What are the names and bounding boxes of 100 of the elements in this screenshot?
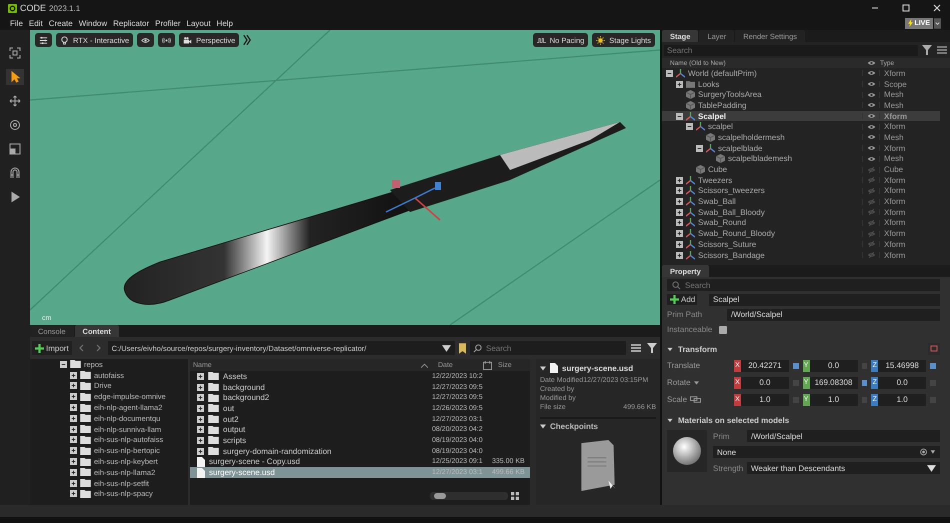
close-icon[interactable] bbox=[932, 3, 942, 13]
expand-toggle-icon[interactable] bbox=[197, 416, 204, 423]
collapse-arrow-icon[interactable] bbox=[540, 424, 546, 428]
search-field[interactable]: Search bbox=[470, 341, 626, 355]
stage-tree-row[interactable]: Cube Cube bbox=[662, 164, 940, 175]
prim-name-field[interactable]: Scalpel bbox=[709, 294, 940, 306]
eye-icon[interactable] bbox=[866, 70, 876, 76]
expand-toggle-icon[interactable] bbox=[676, 176, 683, 184]
number-field[interactable]: 1.0 bbox=[810, 394, 858, 406]
search-field[interactable]: Search bbox=[664, 44, 918, 56]
eye-icon[interactable] bbox=[866, 124, 876, 130]
caret-icon[interactable] bbox=[934, 18, 941, 28]
calendar-icon[interactable] bbox=[483, 360, 492, 370]
expand-toggle-icon[interactable] bbox=[676, 112, 683, 120]
expand-toggle-icon[interactable] bbox=[70, 436, 77, 444]
eye-icon[interactable] bbox=[866, 102, 876, 108]
target-caret-icon[interactable] bbox=[920, 448, 936, 456]
expand-toggle-icon[interactable] bbox=[70, 468, 77, 476]
stage-tree-row[interactable]: World (defaultPrim) Xform bbox=[662, 68, 940, 79]
filter-icon[interactable] bbox=[647, 343, 657, 353]
stage-tree-row[interactable]: Scissors_tweezers Xform bbox=[662, 186, 940, 196]
expand-toggle-icon[interactable] bbox=[70, 447, 77, 454]
expand-toggle-icon[interactable] bbox=[70, 414, 77, 422]
stage-tree-row[interactable]: scalpel Xform bbox=[662, 121, 940, 132]
authored-marker[interactable] bbox=[862, 380, 868, 386]
collapse-arrow-icon[interactable] bbox=[540, 366, 546, 370]
sort-icon[interactable] bbox=[421, 362, 428, 368]
eye-icon[interactable] bbox=[866, 92, 876, 98]
stage-tree-row[interactable]: scalpelblademesh Mesh bbox=[662, 154, 940, 164]
dropdown-caret-icon[interactable] bbox=[927, 464, 936, 472]
number-field[interactable]: 0.0 bbox=[740, 376, 789, 388]
list-view-icon[interactable] bbox=[631, 343, 641, 353]
expand-toggle-icon[interactable] bbox=[197, 394, 204, 402]
menu-item[interactable]: Window bbox=[76, 18, 110, 28]
expand-toggle-icon[interactable] bbox=[70, 426, 77, 433]
number-field[interactable]: 20.42271 bbox=[740, 360, 789, 372]
back-icon[interactable] bbox=[78, 344, 85, 352]
caret-icon[interactable] bbox=[694, 380, 699, 384]
maximize-icon[interactable] bbox=[901, 3, 911, 13]
stage-tree-row[interactable]: SurgeryToolsArea Mesh bbox=[662, 89, 940, 100]
stage-tree-row[interactable]: Scissors_Bandage Xform bbox=[662, 250, 940, 260]
expand-toggle-icon[interactable] bbox=[676, 80, 683, 88]
select-tool-icon[interactable] bbox=[6, 69, 24, 85]
scrollbar[interactable] bbox=[430, 492, 508, 500]
stage-tree-row[interactable]: Swab_Ball_Bloody Xform bbox=[662, 206, 940, 218]
link-icon[interactable] bbox=[690, 396, 702, 403]
material-prim-field[interactable]: /World/Scalpel bbox=[747, 430, 940, 442]
eye-icon[interactable] bbox=[866, 156, 876, 162]
eye-icon[interactable] bbox=[866, 113, 876, 120]
collapse-arrow-icon[interactable] bbox=[667, 346, 673, 352]
expand-toggle-icon[interactable] bbox=[686, 123, 693, 130]
dropdown-caret-icon[interactable] bbox=[442, 344, 451, 352]
menu-icon[interactable] bbox=[937, 45, 947, 55]
number-field[interactable]: 0.0 bbox=[878, 376, 926, 388]
expand-toggle-icon[interactable] bbox=[70, 480, 77, 487]
eye-icon[interactable] bbox=[866, 81, 876, 88]
menu-item[interactable]: Edit bbox=[26, 18, 46, 28]
expand-toggle-icon[interactable] bbox=[197, 448, 204, 455]
expand-toggle-icon[interactable] bbox=[676, 198, 683, 206]
expand-toggle-icon[interactable] bbox=[197, 404, 204, 412]
stage-tree-row[interactable]: Scissors_Suture Xform bbox=[662, 239, 940, 250]
visibility-button[interactable] bbox=[137, 33, 154, 47]
expand-toggle-icon[interactable] bbox=[666, 70, 673, 77]
expand-toggle-icon[interactable] bbox=[676, 240, 683, 248]
number-field[interactable]: 1.0 bbox=[878, 394, 926, 406]
stage-tree-row[interactable]: Swab_Round_Bloody Xform bbox=[662, 228, 940, 239]
import-button[interactable]: Import bbox=[32, 341, 72, 355]
expand-toggle-icon[interactable] bbox=[197, 426, 204, 434]
menu-item[interactable]: File bbox=[7, 18, 26, 28]
strength-dropdown[interactable]: Weaker than Descendants bbox=[747, 462, 940, 474]
stage-tree-row[interactable]: Swab_Ball Xform bbox=[662, 196, 940, 207]
number-field[interactable]: 1.0 bbox=[740, 394, 789, 406]
eye-icon[interactable] bbox=[866, 134, 876, 140]
expand-toggle-icon[interactable] bbox=[70, 393, 77, 400]
expand-toggle-icon[interactable] bbox=[70, 490, 77, 498]
expand-toggle-icon[interactable] bbox=[676, 187, 683, 194]
expand-toggle-icon[interactable] bbox=[70, 382, 77, 390]
number-field[interactable]: 15.46998 bbox=[878, 360, 926, 372]
stage-tree-row[interactable]: Looks Scope bbox=[662, 78, 940, 90]
authored-marker[interactable] bbox=[930, 362, 936, 368]
expand-toggle-icon[interactable] bbox=[197, 384, 204, 391]
expand-toggle-icon[interactable] bbox=[676, 208, 683, 216]
menu-item[interactable]: Help bbox=[214, 18, 236, 28]
material-dropdown[interactable]: None bbox=[713, 446, 940, 458]
add-button[interactable]: Add bbox=[667, 294, 697, 305]
expand-toggle-icon[interactable] bbox=[676, 230, 683, 238]
number-field[interactable]: 0.0 bbox=[810, 360, 858, 372]
filter-icon[interactable] bbox=[922, 45, 932, 55]
search-input[interactable]: Search bbox=[685, 280, 935, 290]
expand-toggle-icon[interactable] bbox=[70, 458, 77, 466]
menu-item[interactable]: Create bbox=[46, 18, 76, 28]
menu-item[interactable]: Profiler bbox=[152, 18, 184, 28]
expand-toggle-icon[interactable] bbox=[70, 372, 77, 379]
authored-marker[interactable] bbox=[792, 362, 799, 368]
bookmark-icon[interactable] bbox=[459, 342, 466, 354]
search-field[interactable]: Search bbox=[667, 279, 940, 291]
stage-tree-row[interactable]: scalpelblade Xform bbox=[662, 142, 940, 154]
expand-toggle-icon[interactable] bbox=[197, 436, 204, 444]
stage-tree-row[interactable]: TablePadding Mesh bbox=[662, 100, 940, 111]
expand-toggle-icon[interactable] bbox=[696, 144, 703, 152]
